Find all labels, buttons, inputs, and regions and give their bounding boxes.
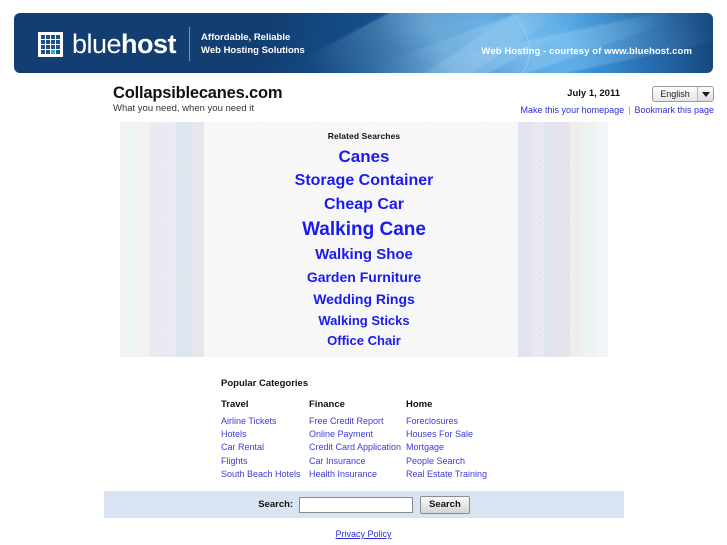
category-columns: Travel Airline Tickets Hotels Car Rental Fli… [221, 399, 551, 481]
tagline-line-2: Web Hosting Solutions [201, 45, 305, 56]
category-link[interactable]: Online Payment [309, 428, 406, 441]
related-search-link[interactable]: Storage Container [120, 172, 608, 190]
category-header: Travel [221, 399, 249, 410]
privacy-policy-link[interactable]: Privacy Policy [335, 529, 391, 539]
category-header: Home [406, 399, 433, 410]
search-button[interactable]: Search [420, 495, 470, 514]
chevron-down-icon[interactable] [697, 87, 713, 101]
header-links: Make this your homepage | Bookmark this pa… [521, 105, 714, 115]
banner-tagline: Affordable, Reliable Web Hosting Solutio… [201, 31, 305, 57]
popular-categories: Popular Categories Travel Airline Tickets… [221, 378, 551, 481]
category-link[interactable]: Flights [221, 455, 309, 468]
language-select[interactable]: English [652, 86, 714, 102]
page-title: Collapsiblecanes.com [113, 84, 283, 102]
category-link[interactable]: Real Estate Training [406, 468, 494, 481]
bluehost-logo[interactable]: bluehost Affordable, Reliable Web Hostin… [38, 27, 305, 61]
bluehost-banner: bluehost Affordable, Reliable Web Hostin… [14, 13, 713, 73]
category-link[interactable]: Houses For Sale [406, 428, 494, 441]
page-subtitle: What you need, when you need it [113, 103, 255, 114]
logo-divider [189, 27, 191, 61]
grid-icon [38, 31, 63, 57]
category-link[interactable]: Mortgage [406, 441, 494, 454]
category-link[interactable]: Foreclosures [406, 415, 494, 428]
related-search-link[interactable]: Cheap Car [120, 196, 608, 214]
category-link[interactable]: Free Credit Report [309, 415, 406, 428]
category-link[interactable]: Credit Card Application [309, 441, 406, 454]
related-search-link[interactable]: Canes [120, 148, 608, 166]
related-searches-list: Related Searches Canes Storage Container C… [120, 122, 608, 348]
category-column: Home Foreclosures Houses For Sale Mortgage P… [406, 399, 494, 481]
language-select-value: English [660, 89, 690, 99]
related-search-link[interactable]: Walking Cane [120, 220, 608, 240]
related-searches-heading: Related Searches [327, 131, 401, 141]
category-header: Finance [309, 399, 345, 410]
search-label: Search: [258, 499, 294, 510]
related-search-link[interactable]: Office Chair [120, 334, 608, 348]
category-link[interactable]: Hotels [221, 428, 309, 441]
related-search-link[interactable]: Wedding Rings [120, 292, 608, 307]
logo-wordmark: bluehost [72, 28, 177, 59]
category-link[interactable]: People Search [406, 455, 494, 468]
related-search-link[interactable]: Walking Shoe [120, 247, 608, 263]
logo-word-host: host [121, 28, 177, 59]
category-link[interactable]: Health Insurance [309, 468, 406, 481]
category-column: Travel Airline Tickets Hotels Car Rental Fli… [221, 399, 309, 481]
related-search-link[interactable]: Walking Sticks [120, 313, 608, 328]
bookmark-page-link[interactable]: Bookmark this page [634, 105, 714, 115]
category-link[interactable]: South Beach Hotels [221, 468, 309, 481]
category-link[interactable]: Car Insurance [309, 455, 406, 468]
link-separator: | [628, 105, 631, 115]
make-homepage-link[interactable]: Make this your homepage [521, 105, 625, 115]
category-link[interactable]: Car Rental [221, 441, 309, 454]
related-search-link[interactable]: Garden Furniture [120, 270, 608, 285]
category-link[interactable]: Airline Tickets [221, 415, 309, 428]
search-bar: Search: Search [104, 491, 624, 518]
banner-courtesy-text: Web Hosting - courtesy of www.bluehost.c… [481, 46, 692, 57]
popular-categories-heading: Popular Categories [221, 378, 309, 389]
tagline-line-1: Affordable, Reliable [201, 32, 291, 43]
category-column: Finance Free Credit Report Online Payment C… [309, 399, 406, 481]
page-root: bluehost Affordable, Reliable Web Hostin… [0, 0, 727, 545]
logo-word-blue: blue [72, 28, 122, 59]
banner-arc-decoration [396, 13, 544, 73]
footer: Privacy Policy [0, 524, 727, 542]
search-input[interactable] [299, 496, 414, 513]
related-searches-panel: Related Searches Canes Storage Container C… [120, 122, 608, 357]
current-date: July 1, 2011 [567, 88, 620, 99]
